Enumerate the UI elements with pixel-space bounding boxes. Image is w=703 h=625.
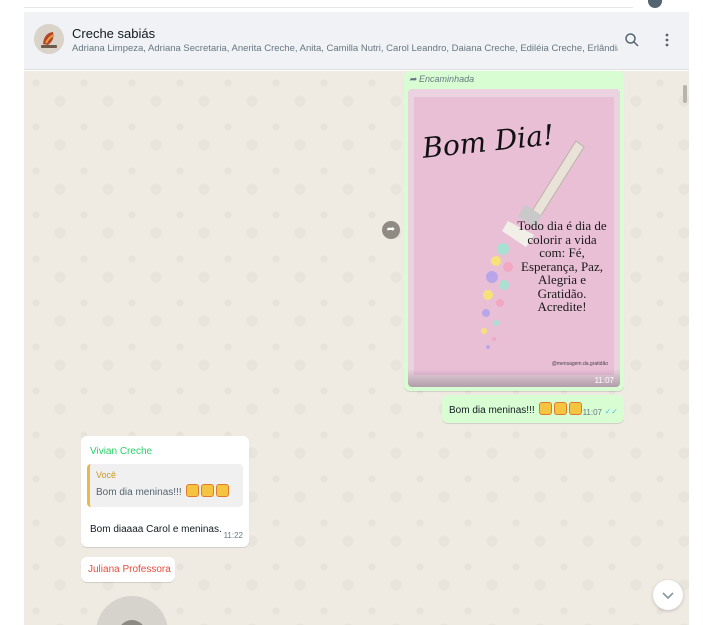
- scrollbar-thumb[interactable]: [683, 85, 687, 103]
- double-check-icon: ✓✓: [604, 407, 618, 416]
- group-title[interactable]: Creche sabiás: [72, 26, 155, 41]
- message-time: 11:07: [582, 408, 602, 417]
- media-placeholder[interactable]: [96, 596, 168, 625]
- share-icon[interactable]: ➦: [382, 221, 400, 239]
- image-shade: [408, 369, 620, 387]
- message-time: 11:22: [223, 531, 243, 540]
- incoming-reply-message[interactable]: Vivian Creche Você Bom dia meninas!!! Bo…: [81, 436, 249, 547]
- emoji-icon: [216, 484, 230, 497]
- forwarded-label: ➦ Encaminhada: [409, 74, 475, 84]
- group-avatar-icon[interactable]: [34, 24, 64, 54]
- menu-icon[interactable]: [657, 32, 677, 52]
- quoted-text: Bom dia meninas!!!: [96, 484, 230, 498]
- message-list[interactable]: ➦ ➦ Encaminhada Bom Dia! Todo dia é dia …: [24, 71, 689, 625]
- image-credit: @mensagem.da.gratidão: [551, 361, 608, 367]
- top-strip: [0, 0, 703, 12]
- media-placeholder-core: [118, 620, 146, 625]
- message-text: Bom dia meninas!!!: [449, 402, 583, 416]
- chat-header[interactable]: Creche sabiás Adriana Limpeza, Adriana S…: [24, 12, 689, 70]
- quoted-message[interactable]: Você Bom dia meninas!!!: [87, 464, 243, 507]
- outgoing-text-message[interactable]: Bom dia meninas!!! 11:07 ✓✓: [442, 395, 624, 423]
- message-image[interactable]: Bom Dia! Todo dia é dia de colorir a vid…: [408, 89, 620, 387]
- message-text: Bom diaaaa Carol e meninas.: [90, 524, 222, 535]
- top-divider: [24, 7, 633, 8]
- image-quote: Todo dia é dia de colorir a vida com: Fé…: [517, 218, 607, 314]
- sender-name[interactable]: Vivian Creche: [90, 446, 152, 457]
- emoji-icon: [554, 402, 568, 415]
- quoted-author: Você: [96, 470, 117, 480]
- emoji-icon: [569, 402, 583, 415]
- scroll-down-icon[interactable]: [653, 580, 683, 610]
- emoji-icon: [186, 484, 200, 497]
- incoming-message-partial[interactable]: Juliana Professora: [81, 557, 175, 582]
- search-icon[interactable]: [622, 32, 642, 52]
- group-members[interactable]: Adriana Limpeza, Adriana Secretaria, Ane…: [72, 43, 618, 54]
- forwarded-image-message[interactable]: ➦ Encaminhada Bom Dia! Todo dia é dia de…: [404, 71, 624, 391]
- chat-window: Creche sabiás Adriana Limpeza, Adriana S…: [24, 12, 689, 625]
- forward-icon: ➦: [409, 74, 420, 84]
- message-time: 11:07: [594, 376, 614, 385]
- top-indicator: [648, 0, 662, 8]
- emoji-icon: [201, 484, 215, 497]
- emoji-icon: [539, 402, 553, 415]
- sender-name[interactable]: Juliana Professora: [88, 564, 171, 575]
